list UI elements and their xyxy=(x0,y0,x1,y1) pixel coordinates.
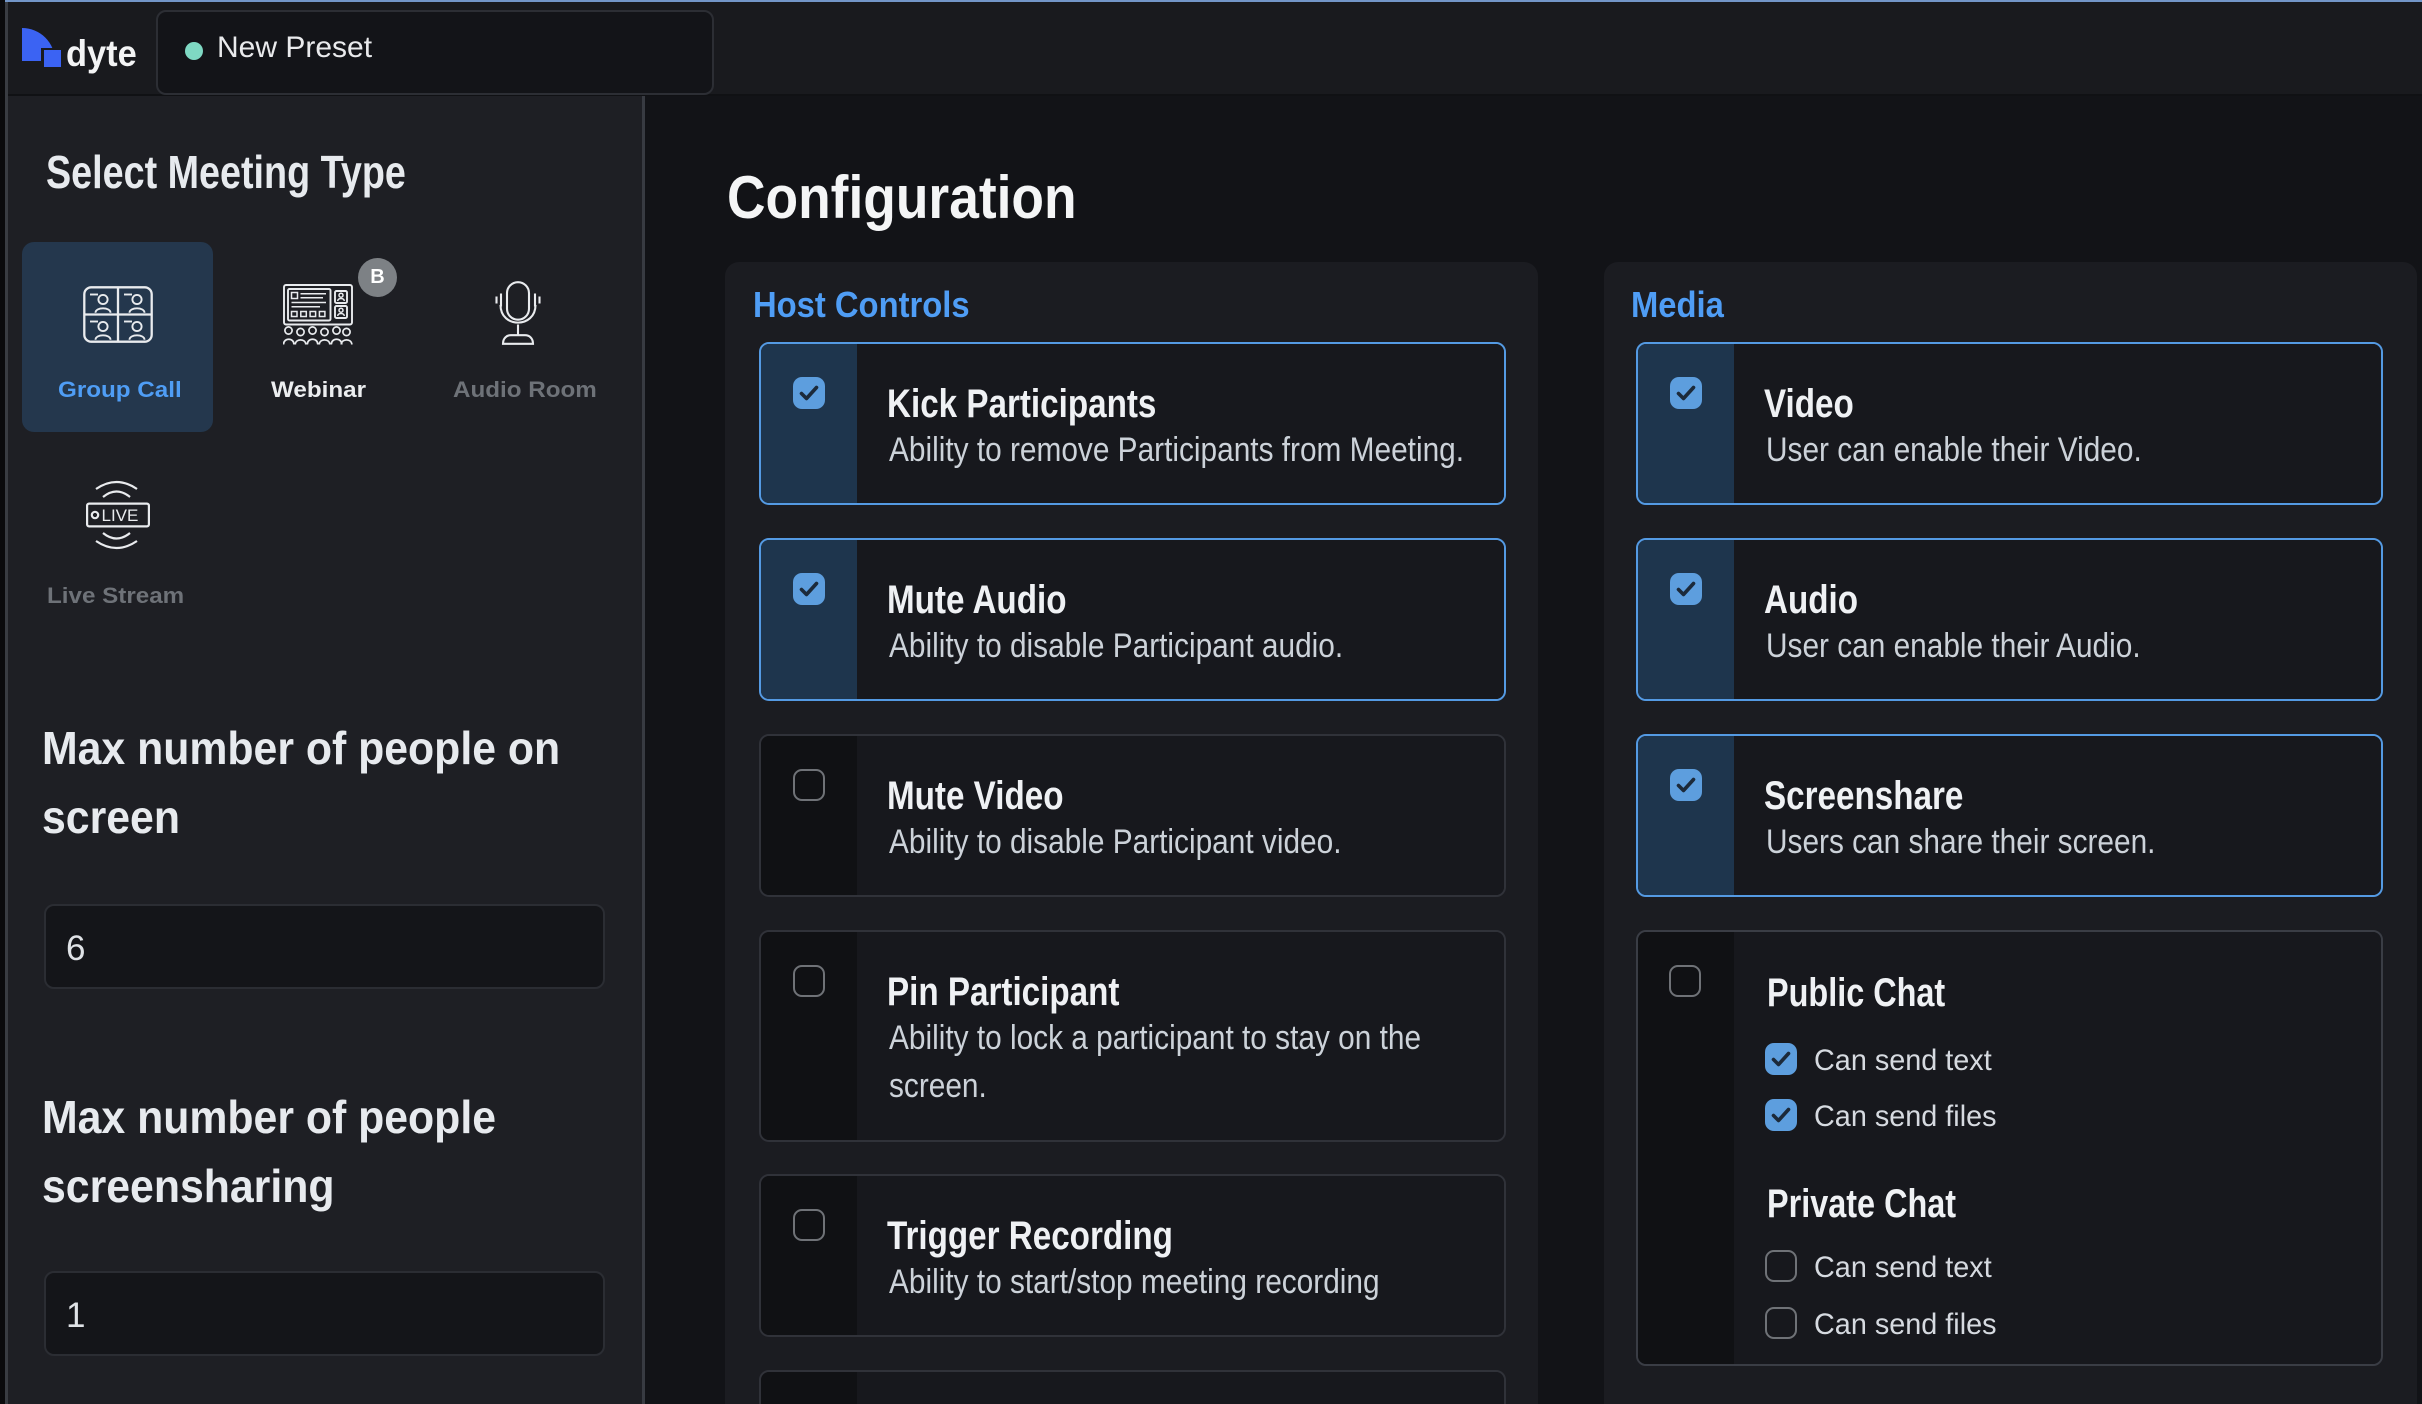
svg-text:LIVE: LIVE xyxy=(102,506,139,525)
